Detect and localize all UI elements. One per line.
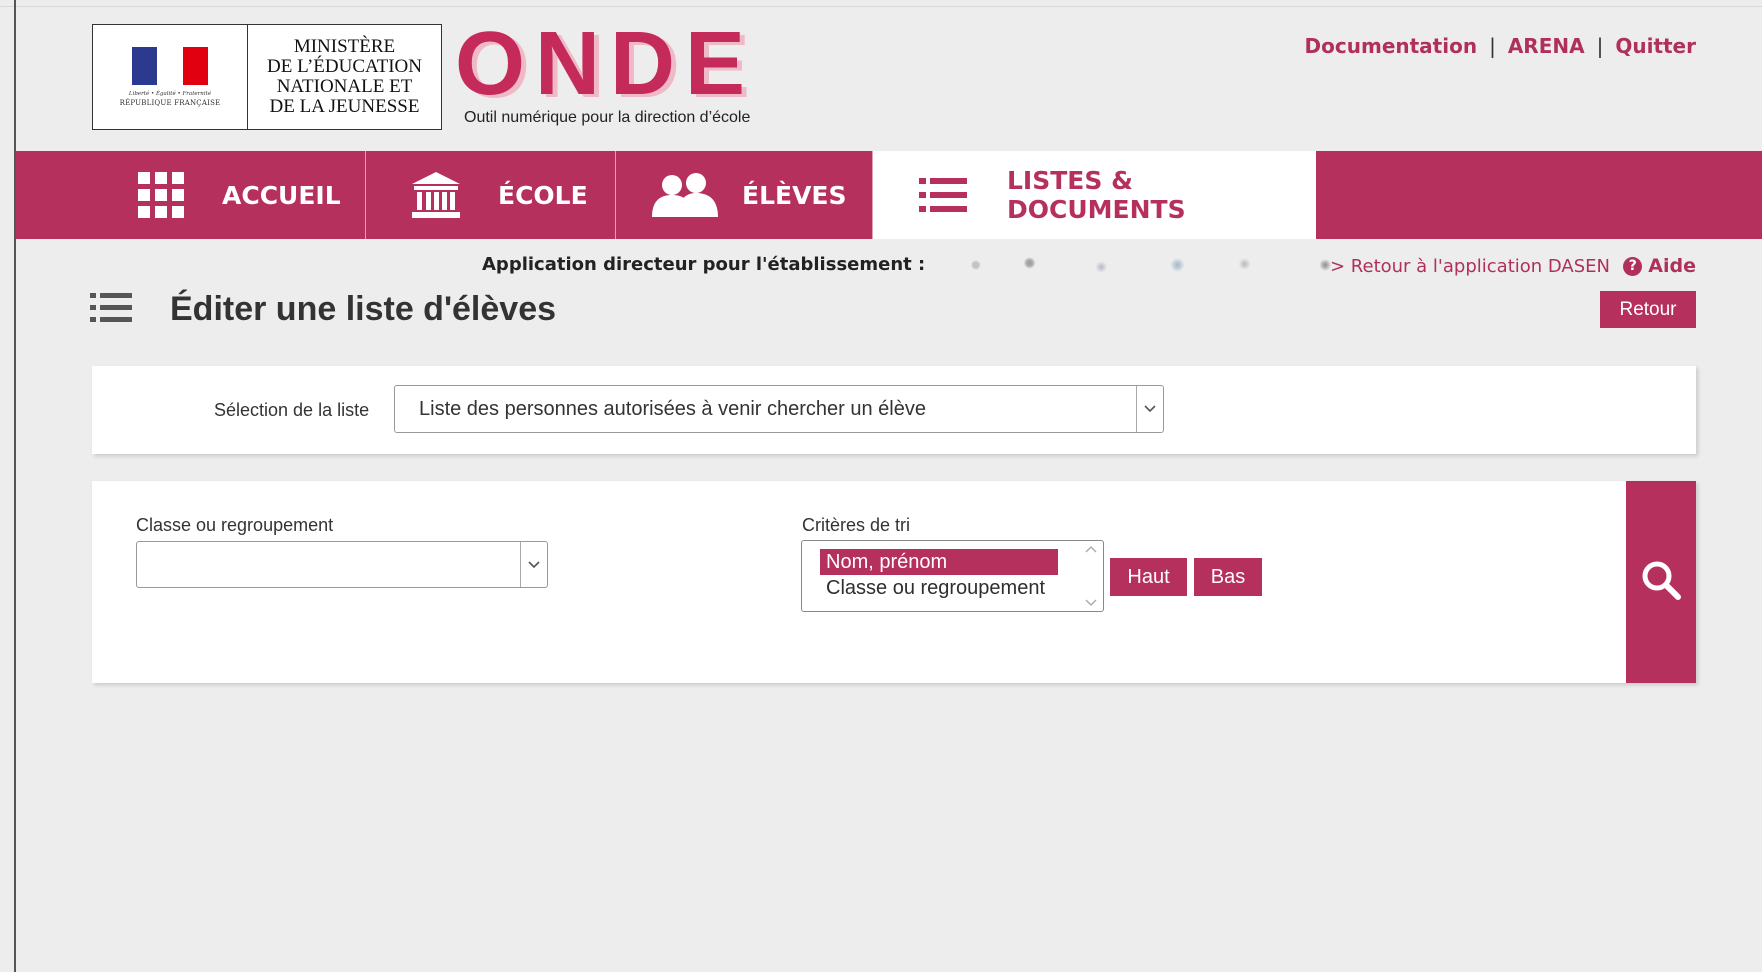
page-title: Éditer une liste d'élèves [170, 290, 557, 328]
retour-button[interactable]: Retour [1600, 291, 1696, 328]
establishment-info: Application directeur pour l'établisseme… [482, 254, 1380, 275]
list-icon [919, 178, 967, 212]
criteres-option[interactable]: Nom, prénom [820, 549, 1058, 575]
establishment-label: Application directeur pour l'établisseme… [482, 254, 926, 275]
documentation-link[interactable]: Documentation [1305, 34, 1478, 58]
criteres-label: Critères de tri [802, 515, 911, 535]
criteres-listbox[interactable]: Nom, prénom Classe ou regroupement [801, 540, 1104, 612]
list-select[interactable]: Liste des personnes autorisées à venir c… [394, 385, 1164, 433]
haut-button[interactable]: Haut [1110, 558, 1187, 596]
list-select-value: Liste des personnes autorisées à venir c… [419, 398, 926, 420]
nav-label: ÉCOLE [498, 180, 588, 210]
ministry-logo: Liberté • Égalité • Fraternité RÉPUBLIQU… [92, 24, 442, 130]
app-subtitle: Outil numérique pour la direction d’écol… [464, 109, 751, 126]
chevron-down-icon [1136, 386, 1163, 432]
window-edge [14, 0, 16, 972]
selection-label: Sélection de la liste [214, 400, 370, 420]
nav-label: LISTES & DOCUMENTS [1007, 166, 1186, 224]
page-header: Éditer une liste d'élèves [90, 290, 556, 329]
listbox-scrollbar[interactable] [1081, 545, 1101, 607]
bas-button[interactable]: Bas [1194, 558, 1262, 596]
aide-label: Aide [1648, 255, 1696, 277]
retour-dasen-link[interactable]: > Retour à l'application DASEN [1330, 256, 1610, 277]
search-button[interactable] [1626, 481, 1696, 683]
criteres-option[interactable]: Classe ou regroupement [820, 575, 1058, 601]
chevron-up-icon [1085, 546, 1097, 553]
aide-link[interactable]: ? Aide [1623, 255, 1696, 277]
establishment-name-redacted [931, 254, 1380, 275]
link-separator: | [1489, 34, 1496, 58]
top-border [0, 6, 1762, 7]
building-icon [412, 172, 460, 218]
users-icon [650, 173, 720, 217]
nav-ecole[interactable]: ÉCOLE [366, 151, 616, 239]
ministry-name: MINISTÈRE DE L’ÉDUCATION NATIONALE ET DE… [267, 36, 422, 117]
app-logo: ONDE [455, 14, 756, 114]
nav-label: ACCUEIL [222, 180, 341, 210]
search-icon [1641, 560, 1681, 604]
flag-icon [132, 47, 208, 85]
main-nav: ACCUEIL ÉCOLE ÉLÈVES LISTES & DOCUMENTS [16, 151, 1762, 239]
grid-icon [138, 172, 184, 218]
marianne-logo: Liberté • Égalité • Fraternité RÉPUBLIQU… [93, 25, 248, 129]
nav-listes-documents[interactable]: LISTES & DOCUMENTS [873, 151, 1316, 239]
arena-link[interactable]: ARENA [1508, 34, 1585, 58]
top-links: Documentation | ARENA | Quitter [1305, 34, 1696, 58]
list-icon [90, 292, 132, 327]
nav-eleves[interactable]: ÉLÈVES [616, 151, 873, 239]
nav-label: ÉLÈVES [742, 180, 847, 210]
marianne-motto: Liberté • Égalité • Fraternité [128, 91, 212, 97]
nav-accueil[interactable]: ACCUEIL [16, 151, 366, 239]
help-icon: ? [1623, 256, 1643, 276]
filter-panel: Classe ou regroupement Critères de tri N… [92, 481, 1696, 683]
chevron-down-icon [520, 542, 547, 587]
quitter-link[interactable]: Quitter [1615, 34, 1696, 58]
classe-select[interactable] [136, 541, 548, 588]
chevron-down-icon [1085, 599, 1097, 606]
link-separator: | [1596, 34, 1604, 58]
marianne-republique: RÉPUBLIQUE FRANÇAISE [119, 99, 221, 107]
classe-label: Classe ou regroupement [136, 515, 334, 535]
list-selection-panel: Sélection de la liste Liste des personne… [92, 366, 1696, 454]
